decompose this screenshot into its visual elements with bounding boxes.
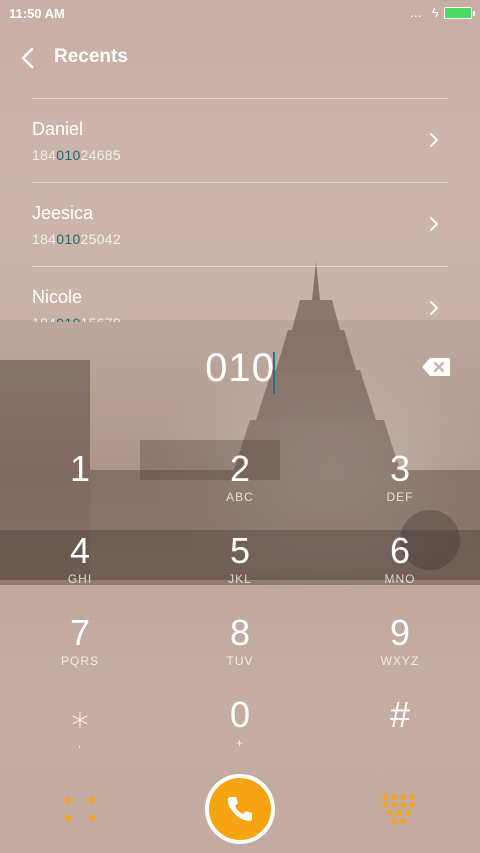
key-1[interactable]: 1 (20, 448, 140, 520)
phone-icon (228, 797, 252, 821)
backspace-icon[interactable] (420, 356, 452, 378)
status-bar: 11:50 AM ... ϟ (0, 0, 480, 28)
key-2[interactable]: 2 ABC (180, 448, 300, 520)
header: Recents (0, 36, 480, 80)
key-letters: WXYZ (380, 654, 420, 668)
call-button[interactable] (205, 774, 275, 844)
key-5[interactable]: 5 JKL (180, 530, 300, 602)
recents-list: Daniel 18401024685 Jeesica 18401025042 N… (32, 98, 448, 322)
chevron-right-icon[interactable] (428, 131, 440, 149)
key-digit: 4 (69, 530, 91, 571)
key-9[interactable]: 9 WXYZ (340, 612, 460, 684)
chevron-right-icon[interactable] (428, 215, 440, 233)
contact-name: Nicole (32, 287, 83, 307)
key-7[interactable]: 7 PQRS (20, 612, 140, 684)
chevron-right-icon[interactable] (428, 299, 440, 317)
page-title: Recents (54, 46, 128, 67)
key-digit: 0 (229, 694, 251, 735)
charging-icon: ϟ (432, 5, 439, 20)
status-time: 11:50 AM (9, 6, 65, 21)
contact-number: 18401015678 (32, 315, 121, 322)
chevron-left-icon[interactable] (18, 46, 38, 70)
key-3[interactable]: 3 DEF (340, 448, 460, 520)
recent-contact-row[interactable]: Jeesica 18401025042 (32, 182, 448, 266)
key-letters: DEF (386, 490, 414, 504)
key-digit: 7 (69, 612, 91, 653)
recent-contact-row[interactable]: Daniel 18401024685 (32, 98, 448, 182)
key-letters: MNO (384, 572, 416, 586)
key-hash[interactable]: # (340, 694, 460, 766)
key-4[interactable]: 4 GHI (20, 530, 140, 602)
recent-contact-row[interactable]: Nicole 18401015678 (32, 266, 448, 322)
key-star[interactable]: ⁎ , (20, 694, 140, 766)
contact-number: 18401025042 (32, 231, 121, 247)
key-digit: 1 (69, 448, 91, 489)
key-digit: 2 (229, 448, 251, 489)
battery-icon (444, 7, 475, 19)
key-letters: GHI (67, 572, 93, 586)
dots-icon[interactable] (62, 794, 98, 824)
key-digit: 6 (389, 530, 411, 571)
key-digit: ⁎ (71, 694, 89, 735)
key-0[interactable]: 0 + (180, 694, 300, 766)
key-digit: 9 (389, 612, 411, 653)
key-6[interactable]: 6 MNO (340, 530, 460, 602)
contact-name: Jeesica (32, 203, 94, 223)
key-digit: 8 (229, 612, 251, 653)
key-letters: JKL (228, 572, 252, 586)
key-letters: TUV (226, 654, 254, 668)
key-digit: 5 (229, 530, 251, 571)
contact-number: 18401024685 (32, 147, 121, 163)
key-8[interactable]: 8 TUV (180, 612, 300, 684)
dialpad-grid-icon[interactable] (380, 792, 418, 826)
key-letters: PQRS (60, 654, 99, 668)
dial-display[interactable]: 010 (0, 340, 480, 396)
key-digit: # (389, 694, 411, 735)
signal-dots-icon: ... (410, 4, 422, 20)
key-letters: ABC (226, 490, 254, 504)
key-letters: + (235, 736, 244, 750)
dialed-number: 010 (205, 346, 275, 390)
text-cursor (273, 352, 275, 394)
bottom-bar (0, 770, 480, 850)
key-digit: 3 (389, 448, 411, 489)
contact-name: Daniel (32, 119, 84, 139)
key-letters: , (77, 736, 83, 750)
